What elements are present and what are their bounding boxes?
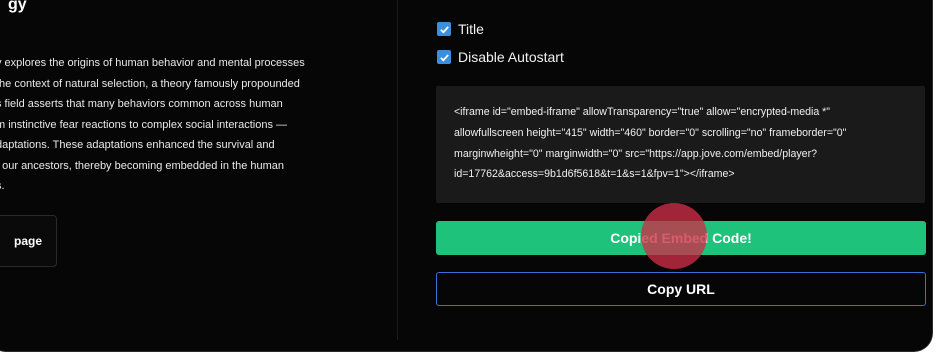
embed-code-line: allowfullscreen height="415" width="460"…	[454, 126, 847, 139]
description-line: daptations. These adaptations enhanced t…	[0, 139, 275, 151]
title-option-label: Title	[458, 21, 484, 37]
copy-embed-code-button[interactable]: Copied Embed Code!	[436, 221, 926, 255]
embed-code-box[interactable]: <iframe id="embed-iframe" allowTranspare…	[436, 86, 925, 203]
disable-autostart-option[interactable]: Disable Autostart	[437, 49, 564, 65]
description-line: s field asserts that many behaviors comm…	[0, 98, 283, 110]
embed-code-line: id=17762&access=9b1d6f5618&t=1&s=1&fpv=1…	[454, 168, 735, 181]
panel-divider	[397, 0, 398, 340]
embed-modal: gy y explores the origins of human behav…	[0, 0, 932, 351]
description-line: f our ancestors, thereby becoming embedd…	[0, 159, 285, 172]
title-checkbox[interactable]	[437, 22, 451, 36]
checkmark-icon	[439, 25, 449, 34]
section-heading: gy	[8, 0, 27, 13]
disable-autostart-label: Disable Autostart	[458, 49, 564, 65]
description-line: the context of natural selection, a theo…	[0, 77, 300, 90]
embed-code-line: marginwheight="0" marginwidth="0" src="h…	[454, 147, 817, 160]
title-option[interactable]: Title	[437, 21, 484, 37]
description-line: m instinctive fear reactions to complex …	[0, 118, 288, 131]
page-button[interactable]: page	[0, 215, 57, 267]
disable-autostart-checkbox[interactable]	[437, 50, 451, 64]
embed-code-line: <iframe id="embed-iframe" allowTranspare…	[454, 106, 831, 118]
description-line: s.	[0, 180, 5, 192]
checkmark-icon	[439, 53, 449, 62]
copy-url-button[interactable]: Copy URL	[436, 272, 926, 306]
description: y explores the origins of human behavior…	[0, 53, 356, 197]
description-line: y explores the origins of human behavior…	[0, 57, 305, 69]
